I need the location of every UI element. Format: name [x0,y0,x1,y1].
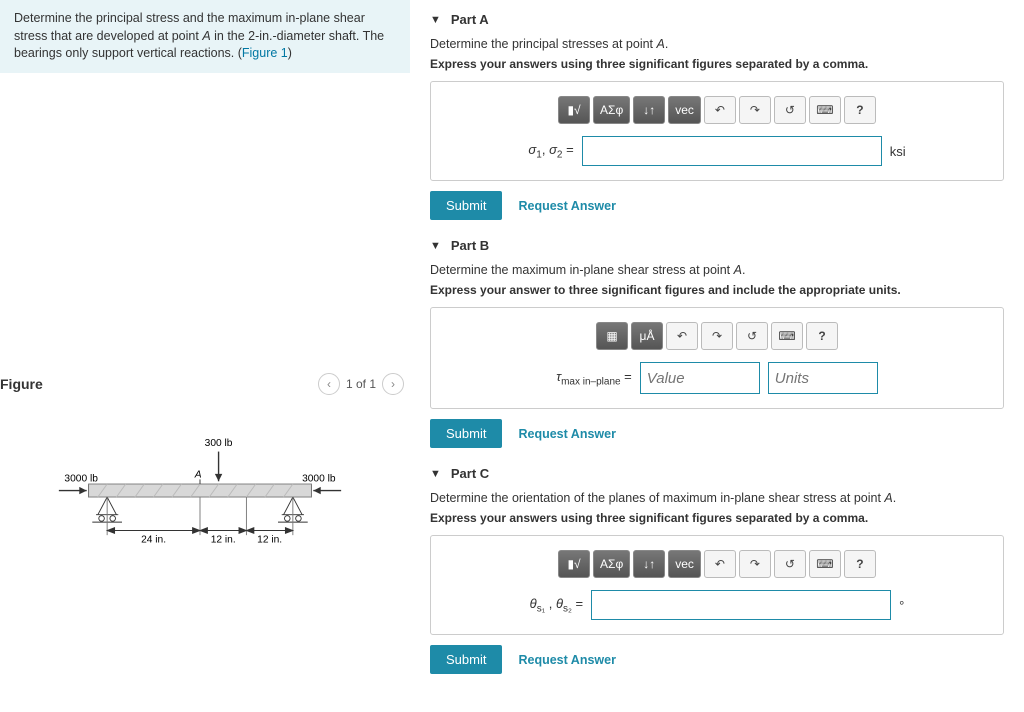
svg-text:300 lb: 300 lb [205,438,233,449]
toolbar-help-button[interactable]: ? [844,96,876,124]
toolbar-undo-button[interactable]: ↶ [704,550,736,578]
part-a-request-answer-link[interactable]: Request Answer [518,199,615,213]
part-a-header[interactable]: ▼ Part A [430,12,1004,27]
svg-text:12 in.: 12 in. [257,534,282,545]
part-c-instruction: Express your answers using three signifi… [430,511,1004,525]
toolbar-redo-button[interactable]: ↷ [701,322,733,350]
part-c-label: Part C [451,466,489,481]
toolbar-reset-button[interactable]: ↺ [736,322,768,350]
pager-next-button[interactable]: › [382,373,404,395]
part-c-header[interactable]: ▼ Part C [430,466,1004,481]
part-a-label: Part A [451,12,489,27]
part-b-instruction: Express your answer to three significant… [430,283,1004,297]
toolbar-subscript-button[interactable]: ↓↑ [633,96,665,124]
toolbar-templates-button[interactable]: ▮√ [558,96,590,124]
toolbar-greek-button[interactable]: ΑΣφ [593,96,630,124]
toolbar-templates-button[interactable]: ▮√ [558,550,590,578]
part-b-units-input[interactable] [768,362,878,394]
part-a-answer-box: ▮√ ΑΣφ ↓↑ vec ↶ ↷ ↺ ⌨ ? σ1, σ2 = ksi [430,81,1004,181]
svg-text:A: A [194,469,202,480]
figure-pager: ‹ 1 of 1 › [318,373,404,395]
part-c-answer-box: ▮√ ΑΣφ ↓↑ vec ↶ ↷ ↺ ⌨ ? θs₁ , θs₂ = ° [430,535,1004,635]
part-a-unit: ksi [890,144,906,159]
part-a-instruction: Express your answers using three signifi… [430,57,1004,71]
toolbar-subscript-button[interactable]: ↓↑ [633,550,665,578]
svg-text:12 in.: 12 in. [211,534,236,545]
figure-heading: Figure [0,376,43,392]
toolbar-help-button[interactable]: ? [806,322,838,350]
part-b-submit-button[interactable]: Submit [430,419,502,448]
toolbar-greek-button[interactable]: ΑΣφ [593,550,630,578]
toolbar-redo-button[interactable]: ↷ [739,96,771,124]
toolbar-reset-button[interactable]: ↺ [774,550,806,578]
toolbar-keyboard-button[interactable]: ⌨ [809,96,841,124]
part-c-lhs: θs₁ , θs₂ = [530,596,583,615]
toolbar-undo-button[interactable]: ↶ [666,322,698,350]
collapse-caret-icon: ▼ [430,14,441,26]
toolbar-keyboard-button[interactable]: ⌨ [771,322,803,350]
part-b-header[interactable]: ▼ Part B [430,238,1004,253]
svg-text:24 in.: 24 in. [141,534,166,545]
toolbar-keyboard-button[interactable]: ⌨ [809,550,841,578]
pager-text: 1 of 1 [346,377,376,391]
part-c-request-answer-link[interactable]: Request Answer [518,653,615,667]
part-b-request-answer-link[interactable]: Request Answer [518,427,615,441]
toolbar-redo-button[interactable]: ↷ [739,550,771,578]
toolbar-templates-button[interactable]: ▦ [596,322,628,350]
toolbar-vector-button[interactable]: vec [668,550,701,578]
part-b-lhs: τmax in–plane = [556,369,632,388]
part-b-label: Part B [451,238,489,253]
part-a-answer-input[interactable] [582,136,882,166]
part-b-answer-box: ▦ μÅ ↶ ↷ ↺ ⌨ ? τmax in–plane = [430,307,1004,409]
svg-text:3000 lb: 3000 lb [302,473,336,484]
part-c-submit-button[interactable]: Submit [430,645,502,674]
collapse-caret-icon: ▼ [430,468,441,480]
part-a-prompt: Determine the principal stresses at poin… [430,37,1004,51]
part-b-prompt: Determine the maximum in-plane shear str… [430,263,1004,277]
problem-statement: Determine the principal stress and the m… [0,0,410,73]
toolbar-units-button[interactable]: μÅ [631,322,663,350]
part-b-value-input[interactable] [640,362,760,394]
part-c-answer-input[interactable] [591,590,891,620]
figure-link[interactable]: Figure 1 [242,46,288,60]
part-a-submit-button[interactable]: Submit [430,191,502,220]
toolbar-help-button[interactable]: ? [844,550,876,578]
svg-text:3000 lb: 3000 lb [64,473,98,484]
toolbar-undo-button[interactable]: ↶ [704,96,736,124]
part-c-prompt: Determine the orientation of the planes … [430,491,1004,505]
pager-prev-button[interactable]: ‹ [318,373,340,395]
part-a-lhs: σ1, σ2 = [528,142,573,161]
part-c-unit: ° [899,598,904,613]
toolbar-vector-button[interactable]: vec [668,96,701,124]
toolbar-reset-button[interactable]: ↺ [774,96,806,124]
figure-diagram: 300 lb 3000 lb 3000 lb A 24 in. 12 in. 1… [0,403,410,576]
collapse-caret-icon: ▼ [430,240,441,252]
